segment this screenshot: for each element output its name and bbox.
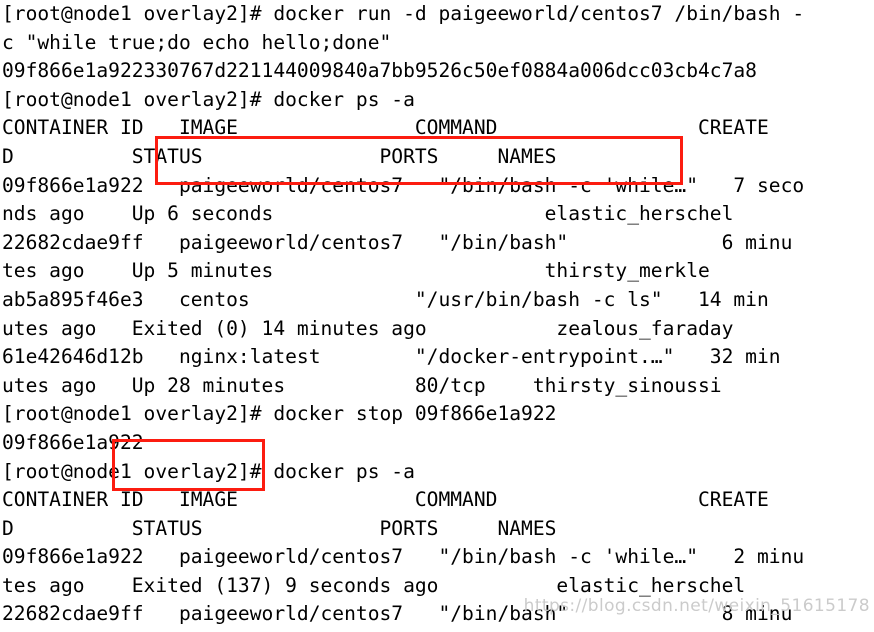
terminal-line: CONTAINER ID IMAGE COMMAND CREATE <box>2 116 769 140</box>
terminal-line: [root@node1 overlay2]# docker stop 09f86… <box>2 402 557 426</box>
terminal-line: [root@node1 overlay2]# docker run -d pai… <box>2 2 805 25</box>
terminal-line: D STATUS PORTS NAMES <box>2 516 557 540</box>
terminal-line: nds ago Up 6 seconds elastic_herschel <box>2 202 734 226</box>
terminal-line: CONTAINER ID IMAGE COMMAND CREATE <box>2 488 769 512</box>
terminal-line: 61e42646d12b nginx:latest "/docker-entry… <box>2 345 781 369</box>
terminal-line: 09f866e1a922330767d221144009840a7bb9526c… <box>2 59 757 83</box>
terminal-line: 09f866e1a922 paigeeworld/centos7 "/bin/b… <box>2 545 805 569</box>
terminal-line: 22682cdae9ff paigeeworld/centos7 "/bin/b… <box>2 602 793 626</box>
terminal-line: ab5a895f46e3 centos "/usr/bin/bash -c ls… <box>2 287 769 311</box>
terminal-line: c "while true;do echo hello;done" <box>2 30 392 54</box>
terminal-line: D STATUS PORTS NAMES <box>2 144 557 168</box>
terminal-line: [root@node1 overlay2]# docker ps -a <box>2 459 415 483</box>
terminal-line: [root@node1 overlay2]# docker ps -a <box>2 87 415 111</box>
terminal-line: 09f866e1a922 <box>2 430 144 454</box>
terminal-line: 09f866e1a922 paigeeworld/centos7 "/bin/b… <box>2 173 805 197</box>
terminal-line: utes ago Exited (0) 14 minutes ago zealo… <box>2 316 734 340</box>
terminal-line: 22682cdae9ff paigeeworld/centos7 "/bin/b… <box>2 230 793 254</box>
terminal-line: tes ago Up 5 minutes thirsty_merkle <box>2 259 710 283</box>
terminal-window[interactable]: [root@node1 overlay2]# docker run -d pai… <box>0 0 874 632</box>
terminal-output-area[interactable]: [root@node1 overlay2]# docker run -d pai… <box>0 0 874 632</box>
terminal-line: utes ago Up 28 minutes 80/tcp thirsty_si… <box>2 373 722 397</box>
terminal-line: tes ago Exited (137) 9 seconds ago elast… <box>2 573 746 597</box>
